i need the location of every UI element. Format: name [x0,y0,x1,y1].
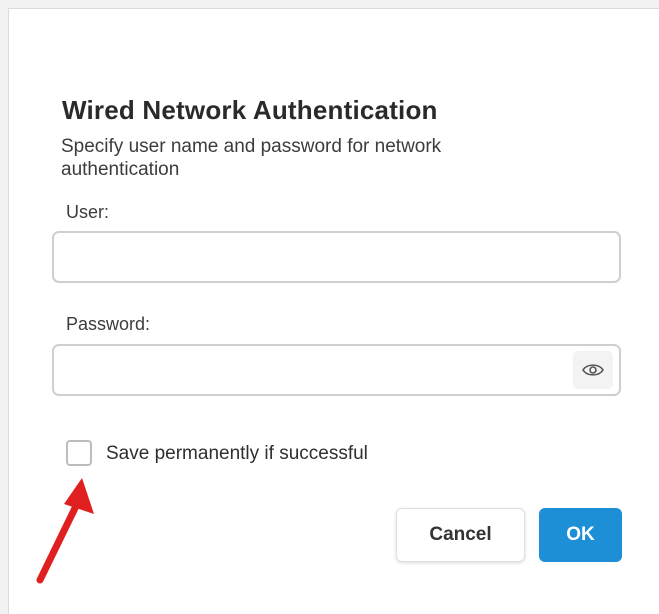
ok-button[interactable]: OK [539,508,622,562]
user-input[interactable] [52,231,621,283]
eye-icon [582,364,604,376]
dialog-title: Wired Network Authentication [62,95,438,125]
save-permanently-checkbox[interactable] [66,440,92,466]
password-label: Password: [66,314,151,334]
user-label: User: [66,202,110,222]
save-permanently-label: Save permanently if successful [106,443,368,464]
dialog-subtitle: Specify user name and password for netwo… [61,136,442,180]
cancel-button[interactable]: Cancel [396,508,525,562]
annotation-arrow [36,478,94,584]
password-input[interactable] [52,344,621,396]
show-password-button[interactable] [573,351,613,389]
